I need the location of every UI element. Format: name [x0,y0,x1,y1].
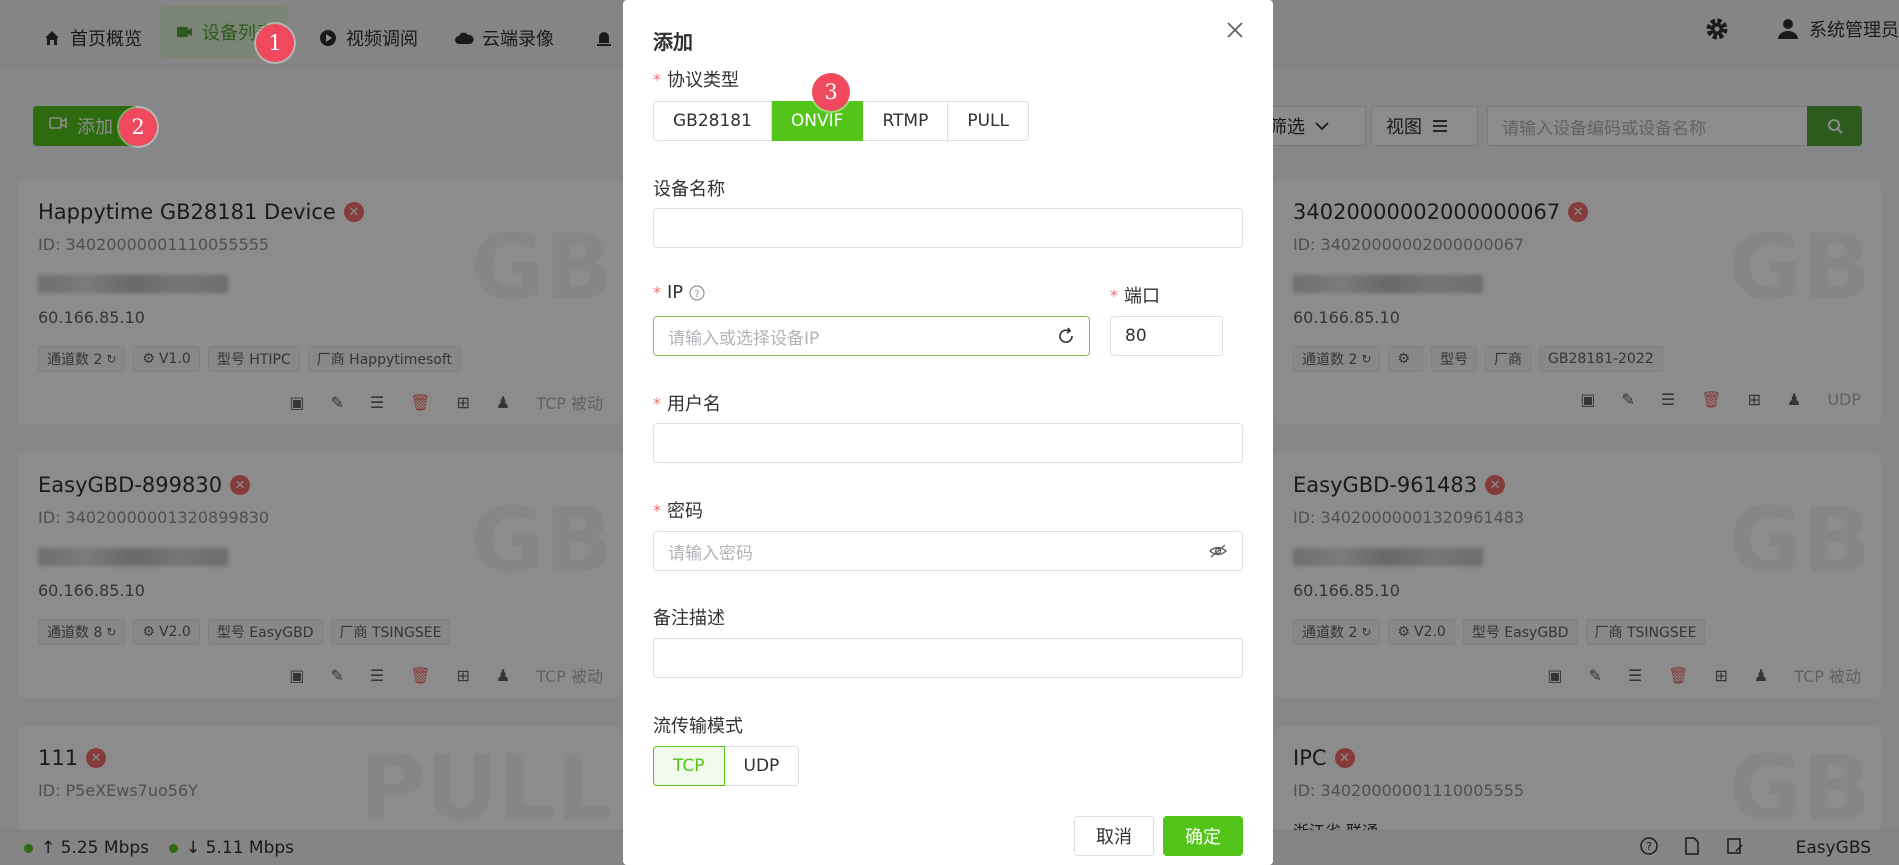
ip-placeholder: 请输入或选择设备IP [668,328,820,349]
step-marker-2: 2 [119,108,157,146]
device-name-input[interactable] [653,208,1243,248]
add-device-dialog: 添加 * 协议类型 GB28181 ONVIF RTMP PULL 3 设备名称 … [623,0,1273,865]
ip-input[interactable]: 请输入或选择设备IP [653,316,1090,356]
protocol-rtmp[interactable]: RTMP [863,101,949,141]
refresh-icon[interactable] [1057,327,1075,345]
stream-mode-tcp[interactable]: TCP [653,746,725,786]
close-icon[interactable] [1225,20,1249,44]
password-placeholder: 请输入密码 [668,543,753,564]
protocol-onvif[interactable]: ONVIF [771,101,864,141]
password-label: * 密码 [653,500,703,523]
step-marker-3: 3 [812,73,850,111]
eye-off-icon[interactable] [1208,543,1228,559]
protocol-label: * 协议类型 [653,69,739,92]
remark-input[interactable] [653,638,1243,678]
svg-text:?: ? [695,289,700,300]
protocol-pull[interactable]: PULL [948,101,1029,141]
step-marker-1: 1 [256,24,294,62]
protocol-gb28181[interactable]: GB28181 [653,101,772,141]
password-input[interactable]: 请输入密码 [653,531,1243,571]
question-icon[interactable]: ? [689,284,705,301]
device-name-label: 设备名称 [653,179,725,200]
remark-label: 备注描述 [653,608,725,629]
dialog-title: 添加 [653,30,693,54]
stream-mode-udp[interactable]: UDP [724,746,800,786]
username-label: * 用户名 [653,393,721,416]
confirm-button[interactable]: 确定 [1163,816,1243,856]
username-input[interactable] [653,423,1243,463]
ip-label: * IP ? [653,282,705,303]
port-input[interactable]: 80 [1110,316,1223,356]
port-label: * 端口 [1110,285,1160,308]
cancel-button[interactable]: 取消 [1074,816,1154,856]
stream-mode-label: 流传输模式 [653,716,743,737]
stream-mode-selector: TCP UDP [653,746,800,786]
